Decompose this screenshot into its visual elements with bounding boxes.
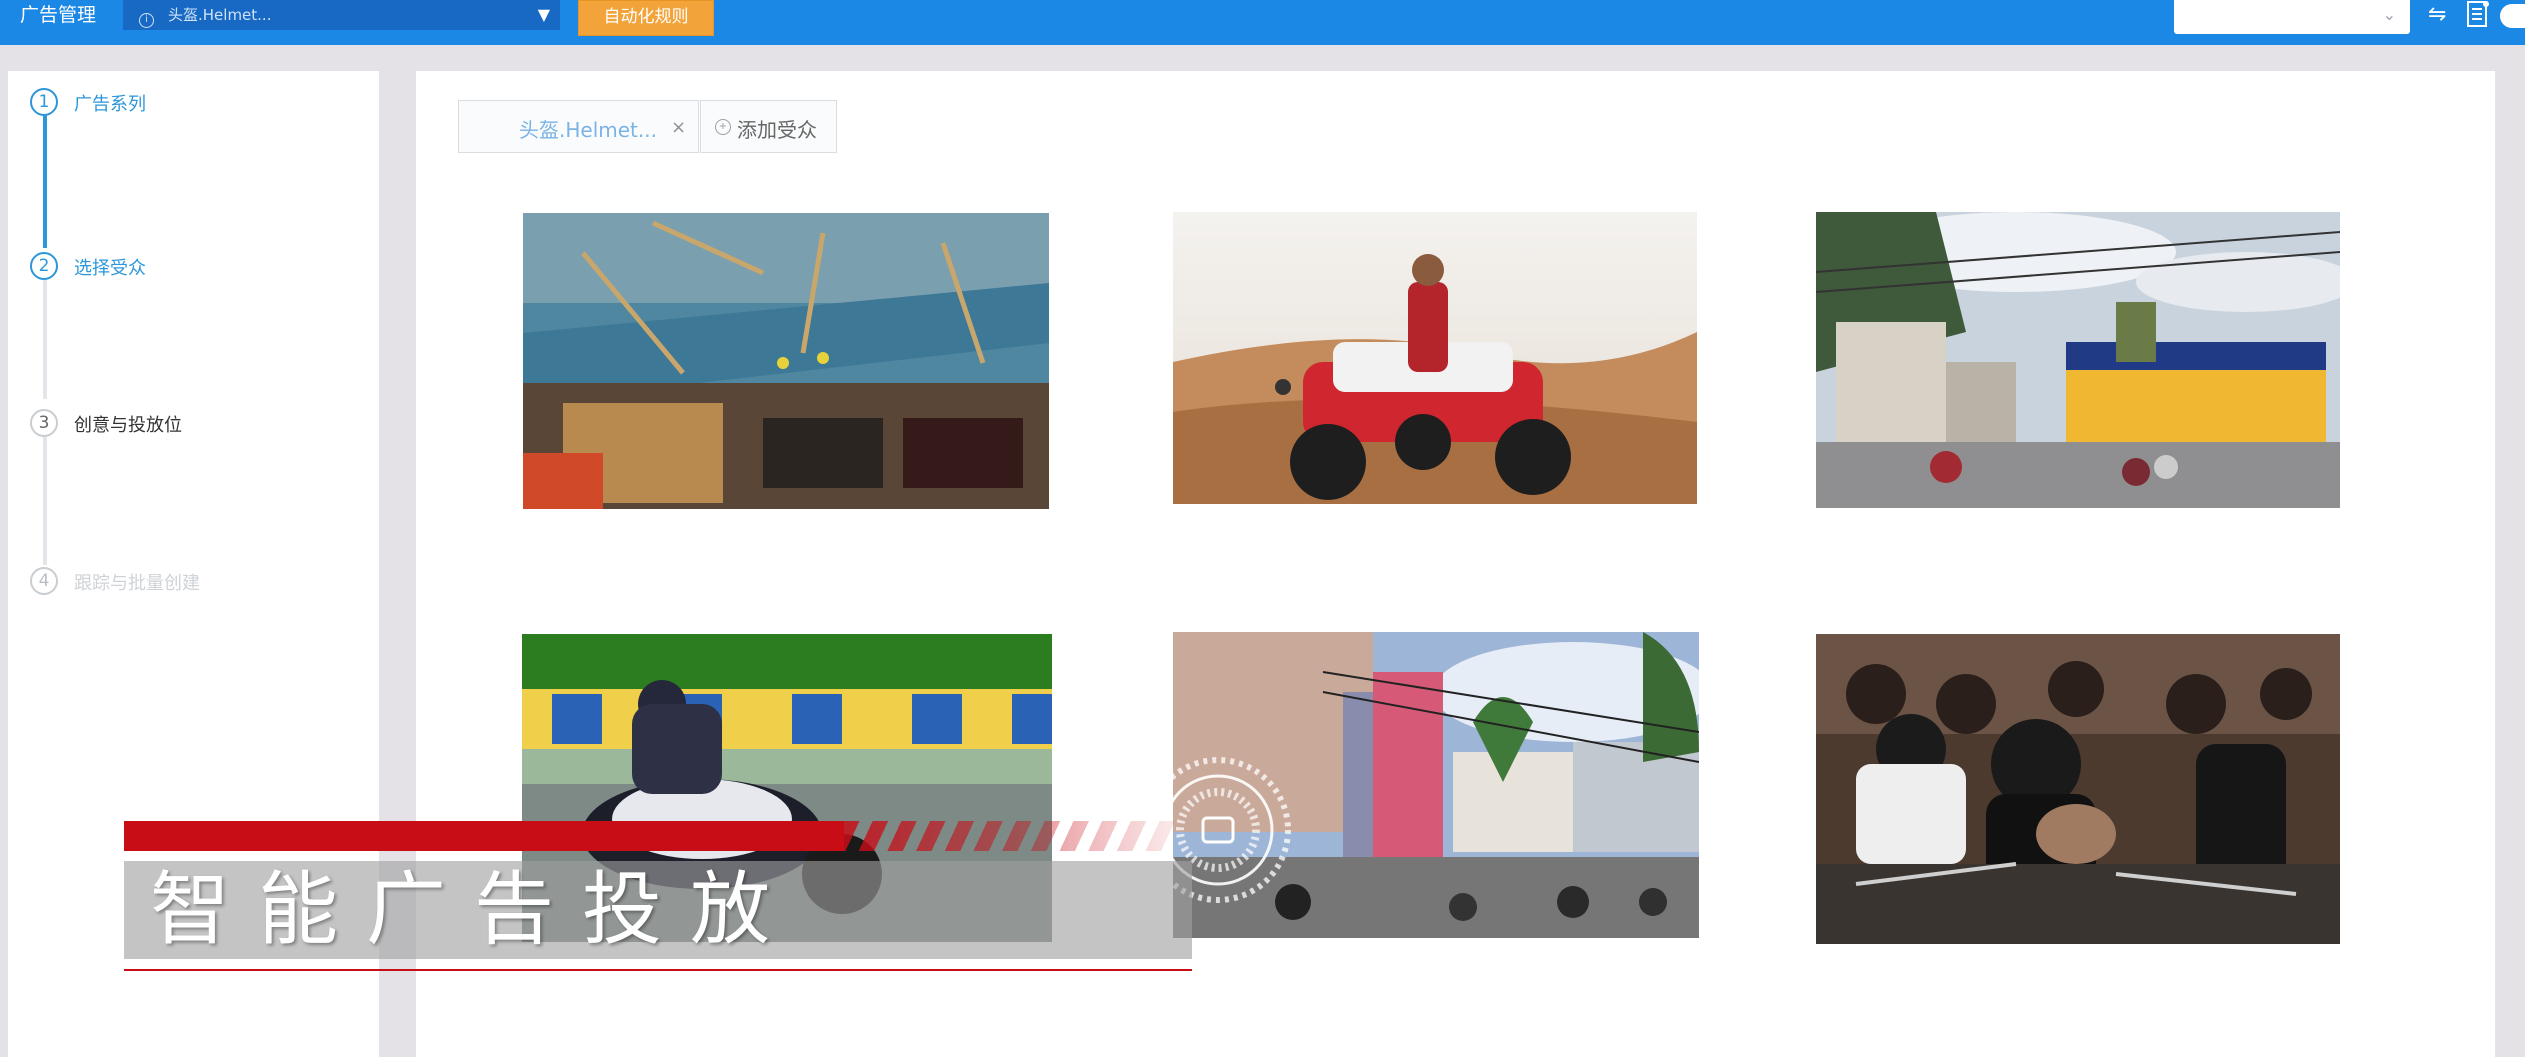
caret-down-icon: ▼ (537, 5, 550, 24)
creative-image-bikers[interactable] (1816, 634, 2340, 944)
chevron-down-icon: ⌄ (2382, 5, 2396, 24)
account-select[interactable]: i 头盔.Helmet... ▼ (123, 0, 560, 30)
close-icon[interactable]: × (671, 117, 686, 138)
plus-icon: + (715, 119, 731, 135)
toggle-icon[interactable] (2500, 4, 2525, 28)
creative-image-construction[interactable] (523, 213, 1049, 509)
step-number: 3 (30, 409, 58, 437)
creative-image-street-shops[interactable] (1816, 212, 2340, 508)
creative-image-desert-atv[interactable] (1173, 212, 1697, 504)
step-connector-3 (43, 421, 47, 565)
add-audience-label: 添加受众 (737, 118, 817, 142)
banner-underline (124, 969, 1192, 971)
tab-label: 头盔.Helmet... (519, 118, 657, 142)
app-title: 广告管理 (20, 4, 97, 26)
step-connector-2 (43, 263, 47, 399)
info-icon: i (139, 13, 154, 28)
step-label: 选择受众 (74, 258, 146, 279)
step-connector-1 (43, 103, 47, 248)
step-number: 4 (30, 567, 58, 595)
banner-red-bar (124, 821, 844, 851)
auto-rules-button[interactable]: 自动化规则 (578, 0, 714, 36)
document-icon[interactable] (2465, 0, 2491, 36)
tab-audience-helmet[interactable]: 头盔.Helmet... × (458, 100, 699, 153)
top-select[interactable]: ⌄ (2174, 0, 2410, 34)
account-select-value: 头盔.Helmet... (168, 6, 272, 24)
switch-icon[interactable]: ⇋ (2428, 2, 2446, 27)
banner-stripes (844, 821, 1174, 851)
top-bar: 广告管理 i 头盔.Helmet... ▼ 自动化规则 ⌄ ⇋ (0, 0, 2525, 45)
step-label: 创意与投放位 (74, 415, 182, 436)
banner-caption: 智能广告投放 (150, 863, 798, 956)
add-audience-button[interactable]: + 添加受众 (700, 100, 837, 153)
step-number: 1 (30, 88, 58, 116)
step-number: 2 (30, 252, 58, 280)
step-label: 跟踪与批量创建 (74, 573, 200, 594)
step-label: 广告系列 (74, 94, 146, 115)
